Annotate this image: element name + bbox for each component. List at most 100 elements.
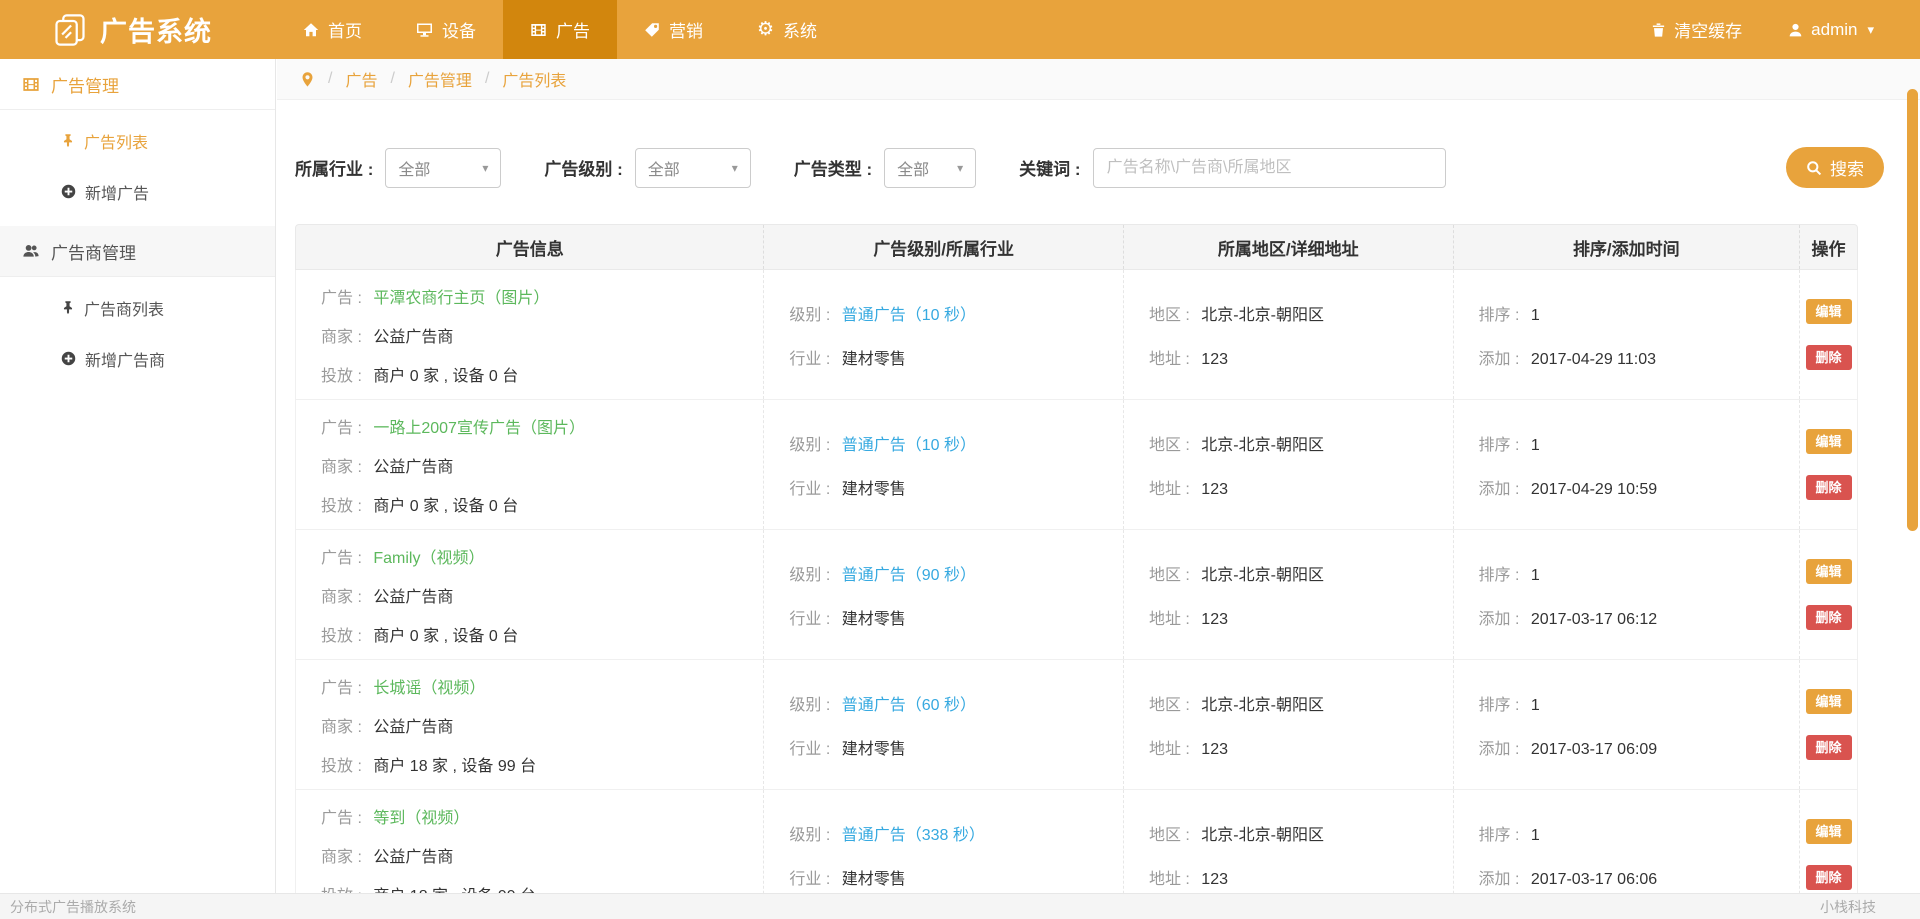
delete-button[interactable]: 删除 bbox=[1806, 605, 1852, 630]
search-button[interactable]: 搜索 bbox=[1786, 147, 1884, 188]
region-value: 北京-北京-朝阳区 bbox=[1201, 437, 1324, 454]
brand[interactable]: 广告系统 bbox=[0, 0, 276, 59]
nav-item-devices[interactable]: 设备 bbox=[389, 0, 503, 59]
users-icon bbox=[22, 243, 40, 259]
added-value: 2017-03-17 06:06 bbox=[1531, 871, 1657, 888]
level-label: 级别 : bbox=[789, 437, 830, 454]
level-link[interactable]: 普通广告（338 秒） bbox=[842, 827, 985, 844]
sort-label: 排序 : bbox=[1479, 827, 1520, 844]
nav-item-home[interactable]: 首页 bbox=[276, 0, 389, 59]
added-label: 添加 : bbox=[1479, 481, 1520, 498]
table-row: 广告 : 平潭农商行主页（图片） 商家 : 公益广告商 投放 : 商户 0 家 … bbox=[295, 270, 1858, 400]
sidebar-item-advertiser-list[interactable]: 广告商列表 bbox=[0, 282, 275, 333]
breadcrumb-current-ad-list[interactable]: 广告列表 bbox=[502, 67, 566, 91]
footer: 分布式广告播放系统 小栈科技 bbox=[0, 893, 1920, 919]
sidebar-section-ad-management[interactable]: 广告管理 bbox=[0, 59, 275, 110]
delete-button[interactable]: 删除 bbox=[1806, 735, 1852, 760]
search-icon bbox=[1806, 160, 1822, 176]
pin-icon bbox=[61, 133, 75, 148]
user-icon bbox=[1788, 22, 1803, 38]
username-label: admin bbox=[1811, 20, 1857, 40]
merchant-label: 商家 : bbox=[321, 849, 362, 866]
ad-name-link[interactable]: 等到（视频） bbox=[373, 810, 469, 827]
cell-ad-info: 广告 : 平潭农商行主页（图片） 商家 : 公益广告商 投放 : 商户 0 家 … bbox=[296, 270, 763, 399]
ad-label: 广告 : bbox=[321, 810, 362, 827]
level-select[interactable]: 全部 ▾ bbox=[635, 148, 751, 188]
edit-button[interactable]: 编辑 bbox=[1806, 819, 1852, 844]
address-value: 123 bbox=[1201, 611, 1228, 628]
sidebar-group-ads: 广告列表 新增广告 bbox=[0, 110, 275, 226]
type-select[interactable]: 全部 ▾ bbox=[884, 148, 976, 188]
level-link[interactable]: 普通广告（10 秒） bbox=[842, 437, 976, 454]
cell-sort-time: 排序 : 1 添加 : 2017-03-17 06:09 bbox=[1453, 660, 1800, 789]
sidebar-item-new-ad[interactable]: 新增广告 bbox=[0, 166, 275, 217]
plus-circle-icon bbox=[61, 351, 76, 366]
ad-name-link[interactable]: Family（视频） bbox=[373, 550, 484, 567]
added-label: 添加 : bbox=[1479, 741, 1520, 758]
cell-actions: 编辑 删除 bbox=[1799, 400, 1857, 529]
brand-title: 广告系统 bbox=[100, 10, 212, 49]
cell-level-industry: 级别 : 普通广告（10 秒） 行业 : 建材零售 bbox=[763, 270, 1123, 399]
added-value: 2017-04-29 11:03 bbox=[1531, 351, 1656, 368]
edit-button[interactable]: 编辑 bbox=[1806, 559, 1852, 584]
ads-table: 广告信息 广告级别/所属行业 所属地区/详细地址 排序/添加时间 操作 广告 :… bbox=[295, 224, 1858, 893]
cell-ad-info: 广告 : 等到（视频） 商家 : 公益广告商 投放 : 商户 18 家 , 设备… bbox=[296, 790, 763, 893]
cell-level-industry: 级别 : 普通广告（338 秒） 行业 : 建材零售 bbox=[763, 790, 1123, 893]
sort-value: 1 bbox=[1531, 567, 1540, 584]
ad-name-link[interactable]: 平潭农商行主页（图片） bbox=[373, 290, 549, 307]
sidebar-section-advertiser-management[interactable]: 广告商管理 bbox=[0, 226, 275, 277]
footer-system-name: 分布式广告播放系统 bbox=[10, 897, 136, 917]
clear-cache-button[interactable]: 清空缓存 bbox=[1651, 17, 1742, 42]
tag-icon bbox=[644, 22, 660, 38]
industry-select[interactable]: 全部 ▾ bbox=[385, 148, 501, 188]
delete-button[interactable]: 删除 bbox=[1806, 865, 1852, 890]
col-header-sort-time: 排序/添加时间 bbox=[1453, 225, 1800, 269]
cell-sort-time: 排序 : 1 添加 : 2017-04-29 10:59 bbox=[1453, 400, 1800, 529]
sidebar-item-label: 广告商列表 bbox=[84, 296, 164, 320]
cell-level-industry: 级别 : 普通广告（10 秒） 行业 : 建材零售 bbox=[763, 400, 1123, 529]
address-value: 123 bbox=[1201, 871, 1228, 888]
ad-name-link[interactable]: 一路上2007宣传广告（图片） bbox=[373, 420, 585, 437]
delete-button[interactable]: 删除 bbox=[1806, 475, 1852, 500]
nav-label: 营销 bbox=[669, 17, 703, 42]
industry-value: 建材零售 bbox=[842, 611, 906, 628]
address-value: 123 bbox=[1201, 741, 1228, 758]
edit-button[interactable]: 编辑 bbox=[1806, 429, 1852, 454]
address-label: 地址 : bbox=[1149, 351, 1190, 368]
brand-logo-icon bbox=[52, 12, 88, 48]
type-filter-label: 广告类型 : bbox=[794, 155, 872, 180]
cell-actions: 编辑 删除 bbox=[1799, 660, 1857, 789]
breadcrumb: / 广告 / 广告管理 / 广告列表 bbox=[277, 59, 1920, 100]
deploy-label: 投放 : bbox=[321, 628, 362, 645]
keyword-input[interactable] bbox=[1093, 148, 1446, 188]
added-label: 添加 : bbox=[1479, 611, 1520, 628]
cell-ad-info: 广告 : Family（视频） 商家 : 公益广告商 投放 : 商户 0 家 ,… bbox=[296, 530, 763, 659]
merchant-value: 公益广告商 bbox=[373, 849, 453, 866]
level-link[interactable]: 普通广告（10 秒） bbox=[842, 307, 976, 324]
breadcrumb-link-ads[interactable]: 广告 bbox=[345, 67, 377, 91]
industry-value: 建材零售 bbox=[842, 741, 906, 758]
nav-item-marketing[interactable]: 营销 bbox=[617, 0, 730, 59]
sidebar-item-new-advertiser[interactable]: 新增广告商 bbox=[0, 333, 275, 384]
sort-value: 1 bbox=[1531, 307, 1540, 324]
nav-label: 系统 bbox=[783, 17, 817, 42]
edit-button[interactable]: 编辑 bbox=[1806, 689, 1852, 714]
footer-vendor-name: 小栈科技 bbox=[1820, 897, 1876, 917]
nav-item-system[interactable]: ⚙ 系统 bbox=[730, 0, 844, 59]
page-scrollbar-thumb[interactable] bbox=[1907, 89, 1918, 531]
main-nav: 首页 设备 广告 营销 ⚙ 系统 bbox=[276, 0, 844, 59]
map-marker-icon bbox=[300, 71, 315, 88]
region-value: 北京-北京-朝阳区 bbox=[1201, 827, 1324, 844]
level-link[interactable]: 普通广告（60 秒） bbox=[842, 697, 976, 714]
added-value: 2017-03-17 06:12 bbox=[1531, 611, 1657, 628]
edit-button[interactable]: 编辑 bbox=[1806, 299, 1852, 324]
ad-name-link[interactable]: 长城谣（视频） bbox=[373, 680, 485, 697]
chevron-down-icon: ▾ bbox=[957, 161, 963, 175]
sidebar-item-ad-list[interactable]: 广告列表 bbox=[0, 115, 275, 166]
user-menu[interactable]: admin ▾ bbox=[1788, 20, 1874, 40]
sidebar-item-label: 新增广告 bbox=[85, 180, 149, 204]
delete-button[interactable]: 删除 bbox=[1806, 345, 1852, 370]
nav-item-ads[interactable]: 广告 bbox=[503, 0, 617, 59]
breadcrumb-link-ad-management[interactable]: 广告管理 bbox=[408, 67, 472, 91]
level-link[interactable]: 普通广告（90 秒） bbox=[842, 567, 976, 584]
